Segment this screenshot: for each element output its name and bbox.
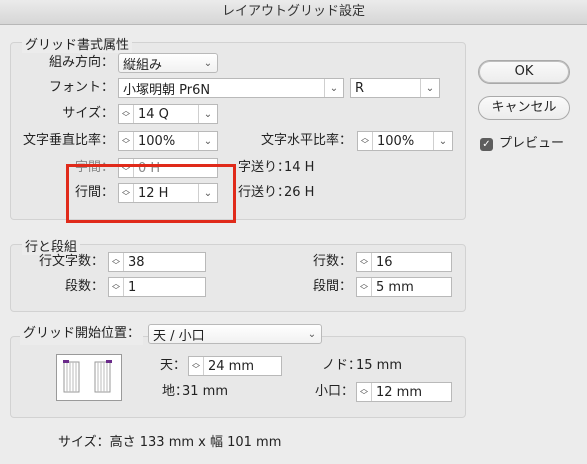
preview-checkbox[interactable]: ✓ <box>480 138 493 151</box>
columns-label: 段数： <box>64 279 104 294</box>
lines-label: 行数： <box>312 254 352 269</box>
horizontal-scale-value: 100% <box>377 133 415 149</box>
grid-attributes-title: グリッド書式属性 <box>22 34 133 53</box>
stepper-icon[interactable]: ︿ ﹀ <box>189 357 204 375</box>
direction-value: 縦組み <box>123 57 163 73</box>
font-family-value: 小塚明朝 Pr6N <box>123 82 211 98</box>
window-title: レイアウトグリッド設定 <box>0 0 587 25</box>
preview-label[interactable]: プレビュー <box>499 133 564 155</box>
size-summary-text: サイズ：高さ 133 mm x 幅 101 mm <box>58 435 282 450</box>
vertical-scale-value: 100% <box>138 133 176 149</box>
page-layout-preview-icon <box>56 354 122 401</box>
char-feed-value: 14 H <box>284 160 315 175</box>
gutter-label: 段間： <box>312 279 352 294</box>
highlight-box <box>66 164 236 223</box>
grid-start-value: 天 / 小口 <box>153 328 205 344</box>
stepper-icon[interactable]: ︿ ﹀ <box>357 278 372 296</box>
size-label: サイズ： <box>62 106 114 121</box>
lines-field[interactable]: ︿ ﹀ 16 <box>356 252 452 272</box>
cancel-button[interactable]: キャンセル <box>478 96 570 120</box>
horizontal-scale-field[interactable]: ︿ ﹀ 100% ⌄ <box>357 131 453 151</box>
stepper-icon[interactable]: ︿ ﹀ <box>109 253 124 271</box>
font-style-combo[interactable]: R ⌄ <box>350 78 440 98</box>
ok-button[interactable]: OK <box>478 60 570 84</box>
chevron-down-icon: ⌄ <box>203 57 213 69</box>
font-label: フォント： <box>48 80 114 95</box>
chars-per-line-value: 38 <box>128 254 145 270</box>
columns-value: 1 <box>128 279 137 295</box>
chevron-down-icon[interactable]: ⌄ <box>198 132 217 150</box>
line-feed-label: 行送り： <box>238 185 291 200</box>
chevron-down-icon[interactable]: ⌄ <box>420 79 439 97</box>
font-family-combo[interactable]: 小塚明朝 Pr6N ⌄ <box>118 78 344 98</box>
nodo-value: 15 mm <box>356 358 403 373</box>
chevron-down-icon: ⌄ <box>307 328 317 340</box>
size-value: 14 Q <box>138 106 169 122</box>
gutter-field[interactable]: ︿ ﹀ 5 mm <box>356 277 452 297</box>
line-feed-value: 26 H <box>284 185 315 200</box>
font-style-value: R <box>355 80 365 96</box>
top-margin-value: 24 mm <box>208 358 255 374</box>
stepper-icon[interactable]: ︿ ﹀ <box>357 383 372 401</box>
chevron-down-icon[interactable]: ⌄ <box>198 105 217 123</box>
stepper-icon[interactable]: ︿ ﹀ <box>119 132 134 150</box>
stepper-icon[interactable]: ︿ ﹀ <box>119 105 134 123</box>
chars-per-line-field[interactable]: ︿ ﹀ 38 <box>108 252 206 272</box>
lines-value: 16 <box>376 254 393 270</box>
stepper-icon[interactable]: ︿ ﹀ <box>109 278 124 296</box>
koguchi-value: 12 mm <box>376 384 423 400</box>
grid-preview-graphic <box>63 360 112 393</box>
direction-select[interactable]: 縦組み ⌄ <box>118 53 218 73</box>
direction-label: 組み方向： <box>48 55 114 70</box>
size-field[interactable]: ︿ ﹀ 14 Q ⌄ <box>118 104 218 124</box>
chevron-down-icon[interactable]: ⌄ <box>324 79 343 97</box>
stepper-icon[interactable]: ︿ ﹀ <box>357 253 372 271</box>
char-feed-label: 字送り： <box>238 160 291 175</box>
vertical-scale-label: 文字垂直比率： <box>22 133 114 148</box>
bottom-margin-value: 31 mm <box>182 384 229 399</box>
vertical-scale-field[interactable]: ︿ ﹀ 100% ⌄ <box>118 131 218 151</box>
chars-per-line-label: 行文字数： <box>38 254 104 269</box>
top-margin-field[interactable]: ︿ ﹀ 24 mm <box>188 356 282 376</box>
chevron-down-icon[interactable]: ⌄ <box>433 132 452 150</box>
horizontal-scale-label: 文字水平比率： <box>260 133 352 148</box>
koguchi-label: 小口： <box>314 384 354 399</box>
koguchi-field[interactable]: ︿ ﹀ 12 mm <box>356 382 452 402</box>
top-margin-label: 天： <box>159 358 186 373</box>
columns-field[interactable]: ︿ ﹀ 1 <box>108 277 206 297</box>
grid-start-label: グリッド開始位置： <box>20 323 144 345</box>
gutter-value: 5 mm <box>376 279 414 295</box>
grid-start-select[interactable]: 天 / 小口 ⌄ <box>148 324 322 344</box>
stepper-icon[interactable]: ︿ ﹀ <box>358 132 373 150</box>
